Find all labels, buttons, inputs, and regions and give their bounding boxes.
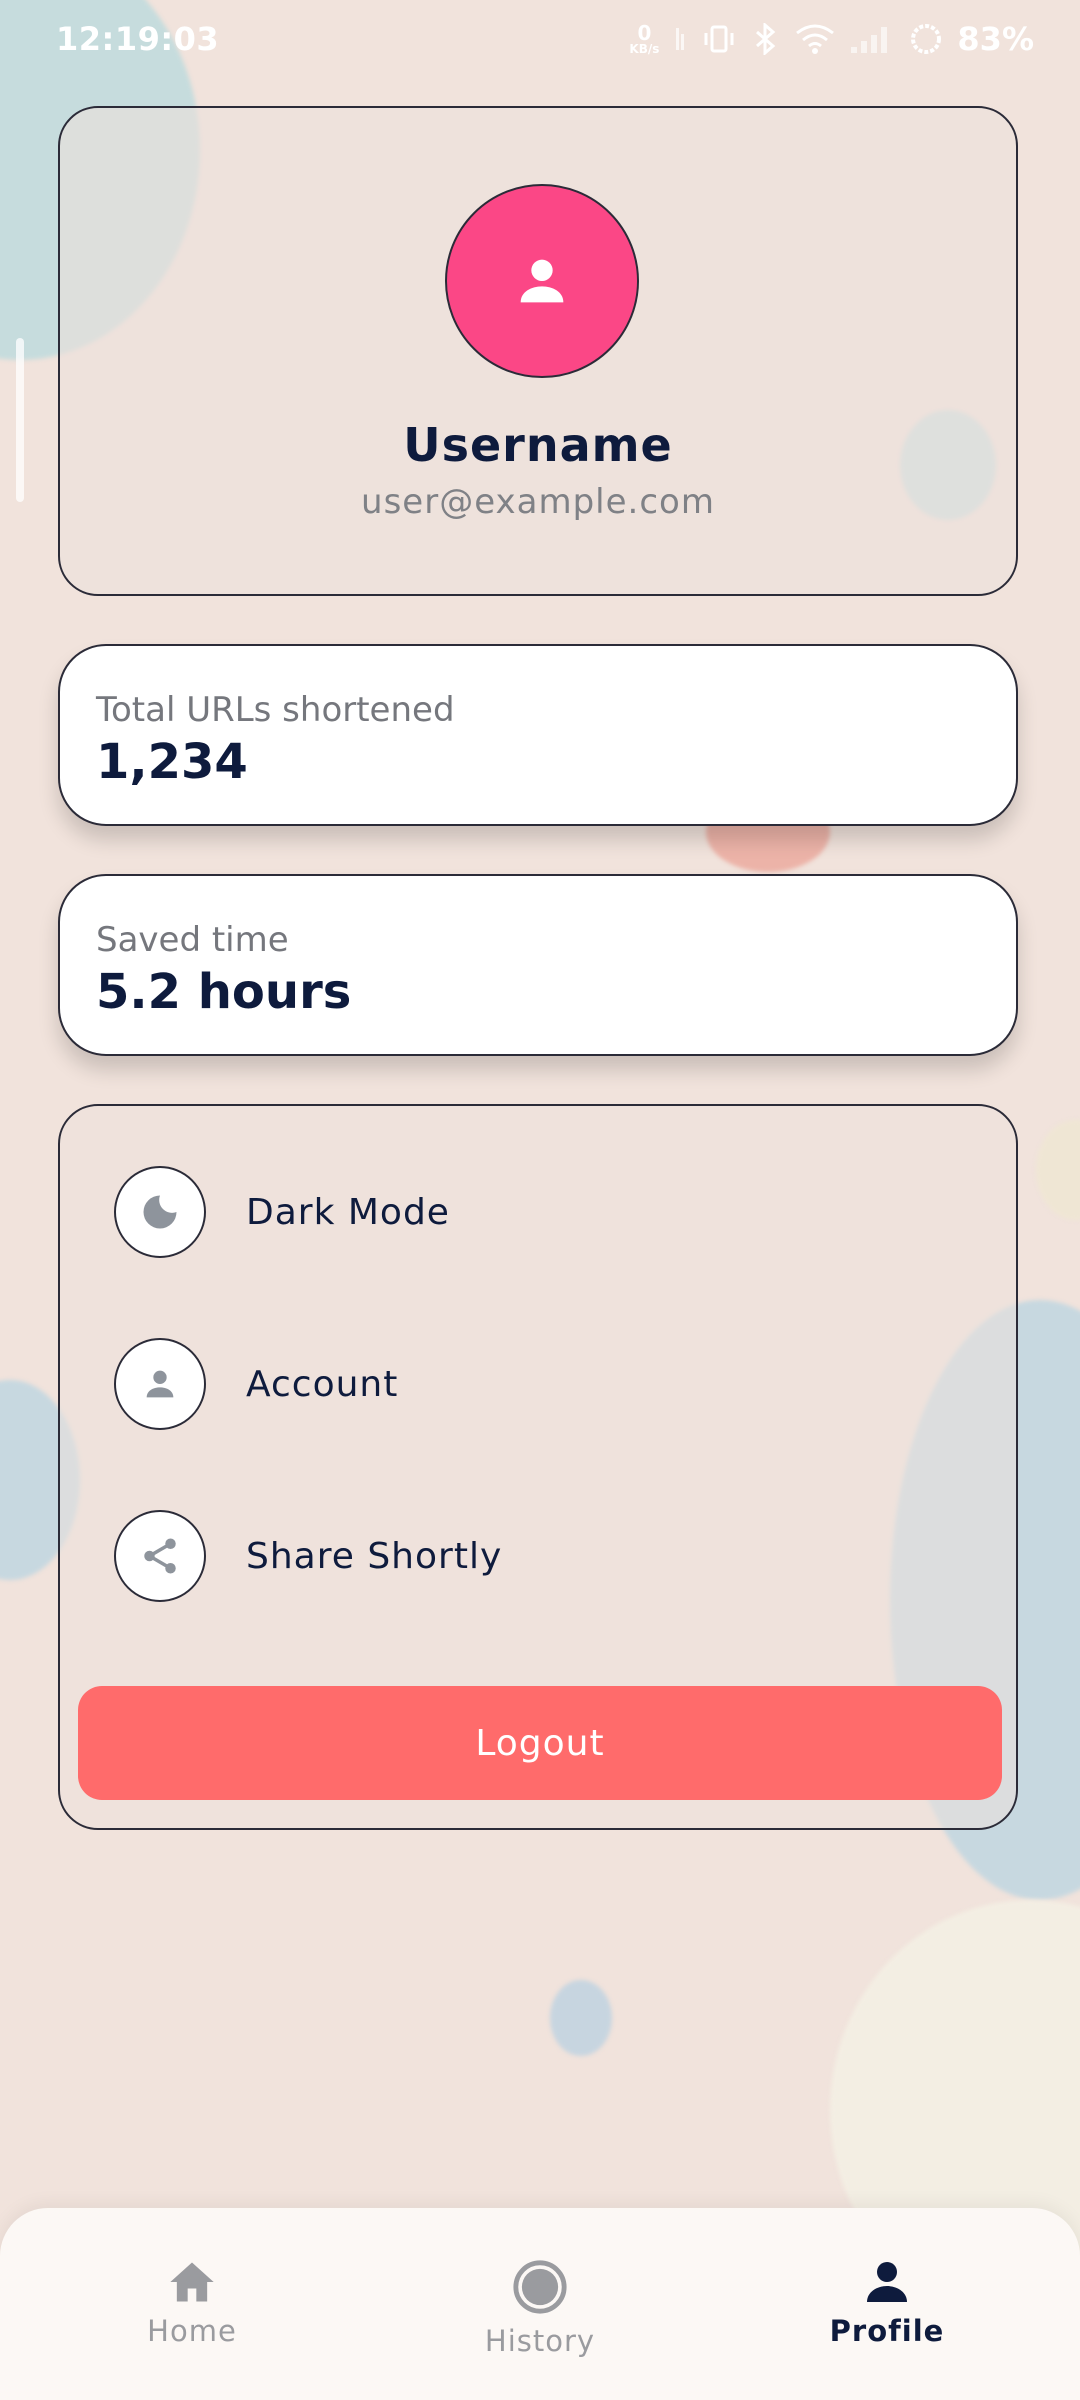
bottom-navigation: Home History Profile [0,2208,1080,2400]
history-icon [513,2260,567,2314]
net-speed-indicator: 0 KB/s [629,23,659,55]
setting-dark-mode[interactable]: Dark Mode [114,1162,450,1262]
cell-signal-icon [849,23,895,55]
settings-card: Dark Mode Account Share Shortly Logout [58,1104,1018,1830]
net-speed-value: 0 [637,21,652,45]
stat-card-total-urls: Total URLs shortened 1,234 [58,644,1018,826]
setting-account[interactable]: Account [114,1334,398,1434]
home-icon [170,2262,214,2302]
stat-value: 1,234 [96,734,248,790]
setting-share[interactable]: Share Shortly [114,1506,502,1606]
stat-value: 5.2 hours [96,964,352,1020]
stat-label: Saved time [96,920,289,960]
nav-label: Profile [829,2314,945,2348]
stat-label: Total URLs shortened [96,690,455,730]
logout-button[interactable]: Logout [78,1686,1002,1800]
nav-profile[interactable]: Profile [767,2258,1007,2348]
battery-icon [909,22,943,56]
profile-card: Username user@example.com [58,106,1018,596]
nav-label: Home [147,2314,237,2348]
bluetooth-icon [751,23,781,55]
user-email: user@example.com [361,482,715,522]
setting-label: Dark Mode [246,1191,450,1233]
nav-label: History [484,2324,596,2358]
nav-history[interactable]: History [420,2258,660,2358]
share-icon [114,1510,206,1602]
stat-card-saved-time: Saved time 5.2 hours [58,874,1018,1056]
wifi-icon [795,23,835,55]
status-time: 12:19:03 [56,20,220,58]
scroll-indicator [16,338,24,502]
person-icon [520,259,564,303]
status-icons: 0 KB/s 83% [629,20,1034,58]
moon-icon [114,1166,206,1258]
status-bar: 12:19:03 0 KB/s 83% [0,0,1080,80]
signal-small-icon [673,24,687,54]
setting-label: Share Shortly [246,1535,503,1577]
setting-label: Account [246,1363,399,1405]
nav-home[interactable]: Home [72,2258,312,2348]
battery-percent: 83% [957,20,1034,58]
avatar[interactable] [445,184,639,378]
person-icon [114,1338,206,1430]
username: Username [403,418,673,472]
net-speed-unit: KB/s [629,42,660,56]
profile-icon [867,2262,907,2302]
vibrate-icon [701,24,737,54]
